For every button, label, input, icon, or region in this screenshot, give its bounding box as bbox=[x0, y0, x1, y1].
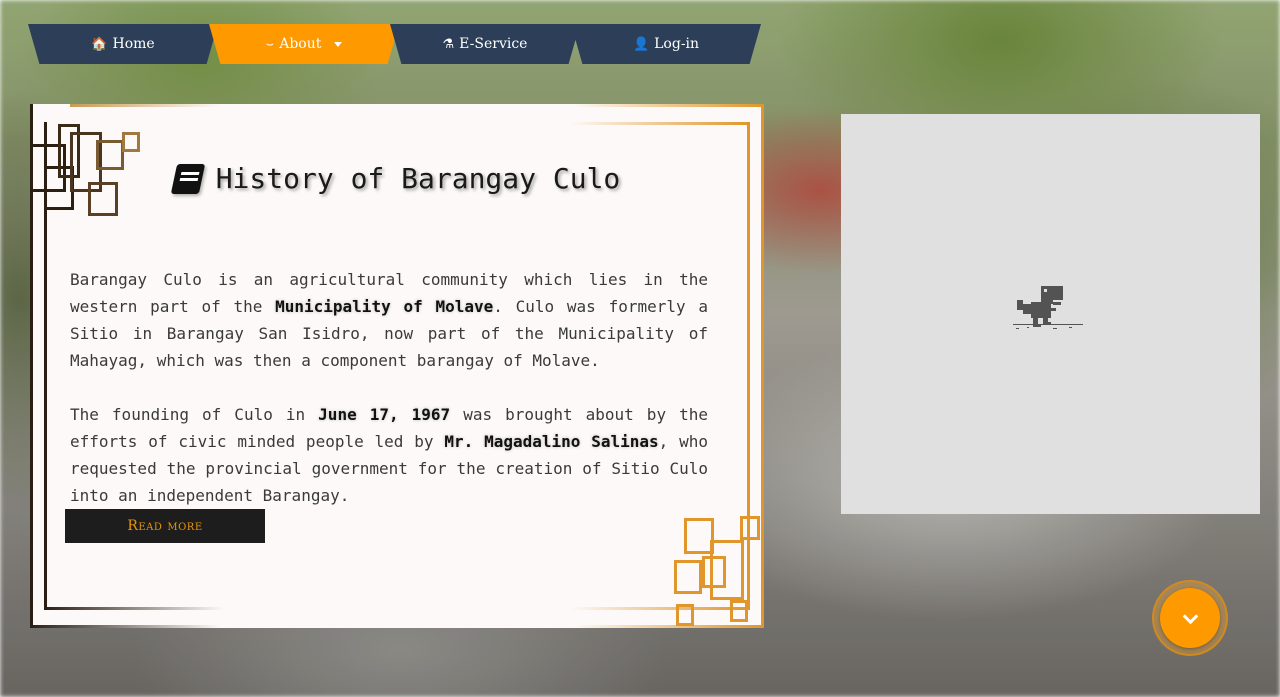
read-more-button[interactable]: Read more bbox=[65, 509, 265, 543]
nav-login[interactable]: 👤 Log-in bbox=[571, 24, 761, 64]
user-icon: 👤 bbox=[632, 36, 650, 52]
deco-square bbox=[740, 516, 760, 540]
nav-home-label: Home bbox=[112, 36, 155, 52]
main-nav: 🏠 Home ⌣ About ⚗ E-Service 👤 Log-in bbox=[28, 24, 762, 64]
smile-icon: ⌣ bbox=[265, 36, 275, 52]
highlight-text: Municipality of Molave bbox=[275, 297, 494, 316]
page-title: History of Barangay Culo bbox=[30, 162, 764, 195]
nav-about[interactable]: ⌣ About bbox=[209, 24, 399, 64]
frame-line bbox=[574, 625, 764, 628]
page-title-text: History of Barangay Culo bbox=[215, 162, 621, 195]
deco-square bbox=[676, 604, 694, 626]
frame-line bbox=[570, 607, 750, 610]
game-panel[interactable] bbox=[841, 114, 1260, 514]
deco-square bbox=[122, 132, 140, 152]
nav-eservice[interactable]: ⚗ E-Service bbox=[390, 24, 580, 64]
history-text: Barangay Culo is an agricultural communi… bbox=[70, 266, 708, 536]
nav-home[interactable]: 🏠 Home bbox=[28, 24, 218, 64]
frame-line bbox=[574, 104, 764, 107]
nav-login-label: Log-in bbox=[654, 36, 700, 52]
chevron-down-icon bbox=[1182, 608, 1198, 624]
nav-about-label: About bbox=[279, 36, 322, 52]
history-card: History of Barangay Culo Barangay Culo i… bbox=[30, 104, 764, 628]
scroll-down-button[interactable] bbox=[1152, 580, 1228, 656]
scroll-down-circle bbox=[1160, 588, 1220, 648]
deco-square bbox=[730, 600, 748, 622]
nav-eservice-label: E-Service bbox=[459, 36, 528, 52]
book-icon bbox=[170, 163, 205, 194]
chevron-down-icon bbox=[334, 41, 343, 47]
frame-line bbox=[70, 104, 220, 107]
paragraph: The founding of Culo in June 17, 1967 wa… bbox=[70, 401, 708, 509]
home-icon: 🏠 bbox=[91, 36, 108, 52]
flask-icon: ⚗ bbox=[442, 36, 455, 52]
frame-line bbox=[44, 607, 224, 610]
highlight-text: June 17, 1967 bbox=[318, 405, 451, 424]
frame-line bbox=[570, 122, 750, 125]
deco-square bbox=[674, 560, 702, 594]
text-span: The founding of Culo in bbox=[70, 405, 319, 424]
highlight-text: Mr. Magadalino Salinas bbox=[444, 432, 659, 451]
deco-square bbox=[702, 556, 726, 588]
paragraph: Barangay Culo is an agricultural communi… bbox=[70, 266, 708, 374]
dino-icon bbox=[1013, 286, 1083, 329]
frame-line bbox=[30, 625, 220, 628]
